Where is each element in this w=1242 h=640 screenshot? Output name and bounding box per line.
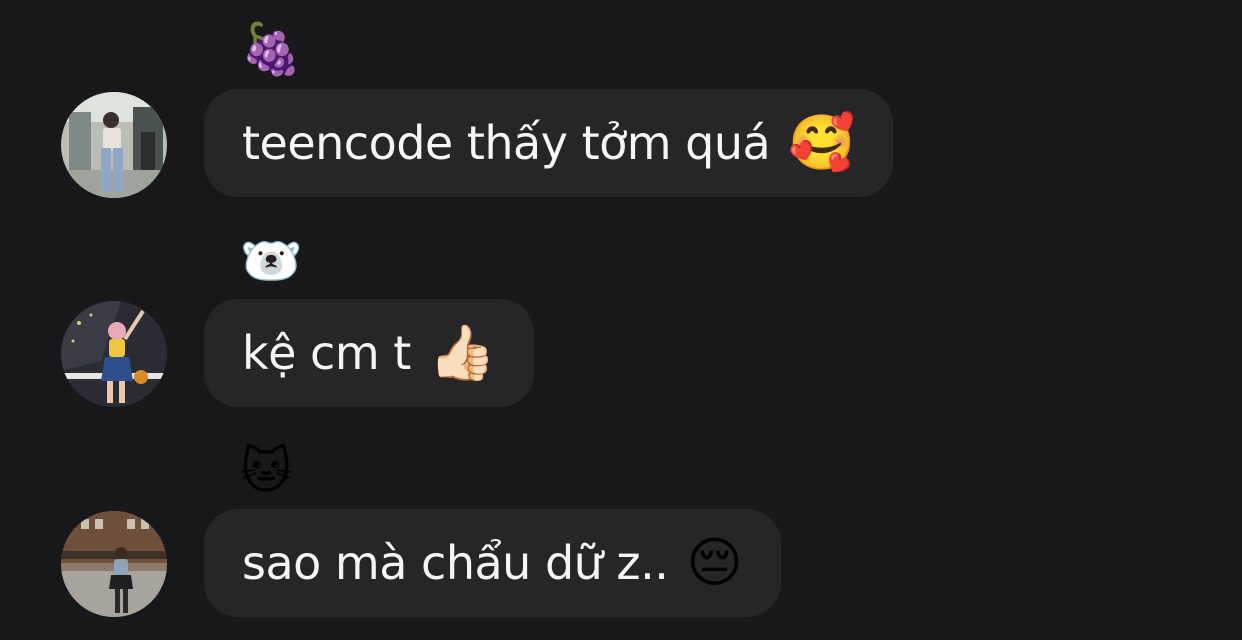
- avatar[interactable]: [61, 92, 167, 198]
- pensive-face-emoji: 😔: [686, 533, 743, 593]
- sender-nickname-emoji: 🐱: [240, 443, 293, 499]
- avatar[interactable]: [61, 301, 167, 407]
- message-bubble[interactable]: kệ cm t 👍🏻: [204, 299, 535, 407]
- sender-nickname-emoji: 🍇: [240, 21, 303, 77]
- message-text: teencode thấy tởm quá: [242, 116, 771, 170]
- sender-nickname-emoji: 🐻‍❄️: [240, 233, 303, 289]
- avatar-photo-icon: [61, 511, 167, 617]
- thumbs-up-emoji: 👍🏻: [428, 323, 497, 383]
- message-text: kệ cm t: [242, 326, 411, 380]
- avatar-photo-icon: [61, 92, 167, 198]
- message-text: sao mà chẩu dữ z..: [242, 536, 669, 590]
- message-bubble[interactable]: sao mà chẩu dữ z.. 😔: [204, 509, 781, 617]
- message-bubble[interactable]: teencode thấy tởm quá 🥰: [204, 89, 894, 197]
- avatar-photo-icon: [61, 301, 167, 407]
- smiling-face-hearts-emoji: 🥰: [788, 113, 856, 173]
- avatar[interactable]: [61, 511, 167, 617]
